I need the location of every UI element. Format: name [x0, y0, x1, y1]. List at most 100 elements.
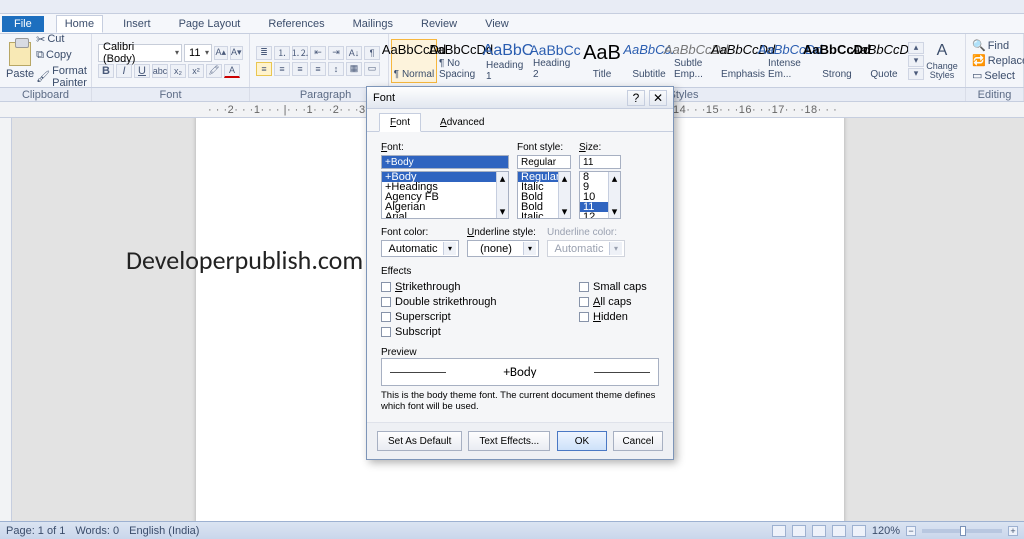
font-name-value: Calibri (Body) [103, 41, 167, 65]
font-color-button[interactable]: A [224, 64, 240, 78]
justify-button[interactable]: ≡ [310, 62, 326, 76]
status-lang[interactable]: English (India) [129, 525, 199, 537]
dialog-tab-advanced[interactable]: Advanced [429, 113, 495, 131]
dialog-tab-font[interactable]: Font [379, 113, 421, 132]
listbox-scroll[interactable]: ▴▾ [496, 172, 508, 218]
font-size-select[interactable]: 11 [184, 44, 212, 62]
style-gallery-scroll[interactable]: ▴▾▾ [908, 42, 920, 80]
borders-button[interactable]: ▭ [364, 62, 380, 76]
style-sample: AaBbC [483, 42, 534, 60]
inc-indent-button[interactable]: ⇥ [328, 46, 344, 60]
preview-box: +Body [381, 358, 659, 386]
dialog-titlebar[interactable]: Font ? ✕ [367, 87, 673, 109]
find-button[interactable]: 🔍Find [972, 39, 1017, 52]
tab-references[interactable]: References [260, 16, 332, 32]
copy-button[interactable]: ⧉Copy [36, 49, 87, 62]
text-effects-button[interactable]: Text Effects... [468, 431, 550, 451]
tab-review[interactable]: Review [413, 16, 465, 32]
dialog-close-button[interactable]: ✕ [649, 90, 667, 106]
grow-font-button[interactable]: A▴ [214, 46, 227, 60]
show-hide-button[interactable]: ¶ [364, 46, 380, 60]
view-draft-button[interactable] [852, 525, 866, 537]
checkbox-subscript[interactable]: Subscript [381, 326, 571, 338]
align-right-button[interactable]: ≡ [292, 62, 308, 76]
numbering-button[interactable]: ⒈ [274, 46, 290, 60]
checkbox-icon [579, 312, 589, 322]
italic-button[interactable]: I [116, 64, 132, 78]
underline-button[interactable]: U [134, 64, 150, 78]
shrink-font-button[interactable]: A▾ [230, 46, 243, 60]
align-center-button[interactable]: ≡ [274, 62, 290, 76]
style-heading2[interactable]: AaBbCcHeading 2 [532, 39, 578, 83]
paste-button[interactable]: Paste [6, 39, 34, 83]
subscript-button[interactable]: x₂ [170, 64, 186, 78]
preview-text: +Body [503, 365, 536, 380]
cancel-button[interactable]: Cancel [613, 431, 663, 451]
checkbox-hidden[interactable]: Hidden [579, 311, 647, 323]
style-quote[interactable]: AaBbCcDdQuote [861, 39, 907, 83]
status-words[interactable]: Words: 0 [75, 525, 119, 537]
line-spacing-button[interactable]: ↕ [328, 62, 344, 76]
copy-label: Copy [46, 49, 72, 61]
view-web-button[interactable] [812, 525, 826, 537]
superscript-button[interactable]: x² [188, 64, 204, 78]
zoom-out-button[interactable]: − [906, 526, 916, 536]
dec-indent-button[interactable]: ⇤ [310, 46, 326, 60]
size-input[interactable] [579, 155, 621, 169]
size-listbox[interactable]: 8 9 10 11 12 ▴▾ [579, 171, 621, 219]
checkbox-label: Subscript [395, 326, 441, 338]
tab-file[interactable]: File [2, 16, 44, 32]
checkbox-dstrike[interactable]: Double strikethrough [381, 296, 571, 308]
highlight-button[interactable]: 🖍 [206, 64, 222, 78]
select-button[interactable]: ▭Select [972, 69, 1017, 82]
view-printlayout-button[interactable] [772, 525, 786, 537]
checkbox-superscript[interactable]: Superscript [381, 311, 571, 323]
checkbox-smallcaps[interactable]: Small caps [579, 281, 647, 293]
ok-button[interactable]: OK [557, 431, 607, 451]
view-outline-button[interactable] [832, 525, 846, 537]
dialog-help-button[interactable]: ? [627, 90, 645, 106]
multilevel-button[interactable]: ⒈⒉ [292, 46, 308, 60]
set-default-button[interactable]: Set As Default [377, 431, 462, 451]
style-title[interactable]: AaBTitle [579, 39, 625, 83]
label-font: Font [92, 88, 250, 101]
style-nospacing[interactable]: AaBbCcDd¶ No Spacing [438, 39, 484, 83]
shading-button[interactable]: ▦ [346, 62, 362, 76]
underline-style-combo[interactable]: (none) [467, 240, 539, 257]
listbox-scroll[interactable]: ▴▾ [558, 172, 570, 218]
tab-insert[interactable]: Insert [115, 16, 159, 32]
font-input[interactable] [381, 155, 509, 169]
tab-mailings[interactable]: Mailings [345, 16, 401, 32]
style-listbox[interactable]: Regular Italic Bold Bold Italic ▴▾ [517, 171, 571, 219]
view-fullscreen-button[interactable] [792, 525, 806, 537]
align-left-button[interactable]: ≡ [256, 62, 272, 76]
format-painter-button[interactable]: 🖌Format Painter [36, 65, 87, 89]
tab-home[interactable]: Home [56, 15, 103, 33]
cut-button[interactable]: ✂Cut [36, 33, 87, 46]
font-listbox[interactable]: +Body +Headings Agency FB Algerian Arial… [381, 171, 509, 219]
strike-button[interactable]: abc [152, 64, 168, 78]
bold-button[interactable]: B [98, 64, 114, 78]
style-name: Emphasis [721, 69, 765, 80]
status-page[interactable]: Page: 1 of 1 [6, 525, 65, 537]
tab-pagelayout[interactable]: Page Layout [171, 16, 249, 32]
font-name-select[interactable]: Calibri (Body) [98, 44, 182, 62]
checkbox-allcaps[interactable]: All caps [579, 296, 647, 308]
sort-button[interactable]: A↓ [346, 46, 362, 60]
checkbox-icon [579, 282, 589, 292]
zoom-slider[interactable] [922, 529, 1002, 533]
checkbox-icon [381, 282, 391, 292]
zoom-level[interactable]: 120% [872, 525, 900, 537]
list-item[interactable]: Arial [382, 212, 508, 219]
tab-view[interactable]: View [477, 16, 517, 32]
checkbox-strike[interactable]: Strikethrough [381, 281, 571, 293]
change-styles-button[interactable]: A Change Styles [921, 39, 963, 83]
bullets-button[interactable]: ≣ [256, 46, 272, 60]
font-color-combo[interactable]: Automatic [381, 240, 459, 257]
style-heading1[interactable]: AaBbCHeading 1 [485, 39, 531, 83]
replace-button[interactable]: 🔁Replace [972, 54, 1017, 67]
zoom-thumb[interactable] [960, 526, 966, 536]
listbox-scroll[interactable]: ▴▾ [608, 172, 620, 218]
zoom-in-button[interactable]: + [1008, 526, 1018, 536]
style-input[interactable] [517, 155, 571, 169]
